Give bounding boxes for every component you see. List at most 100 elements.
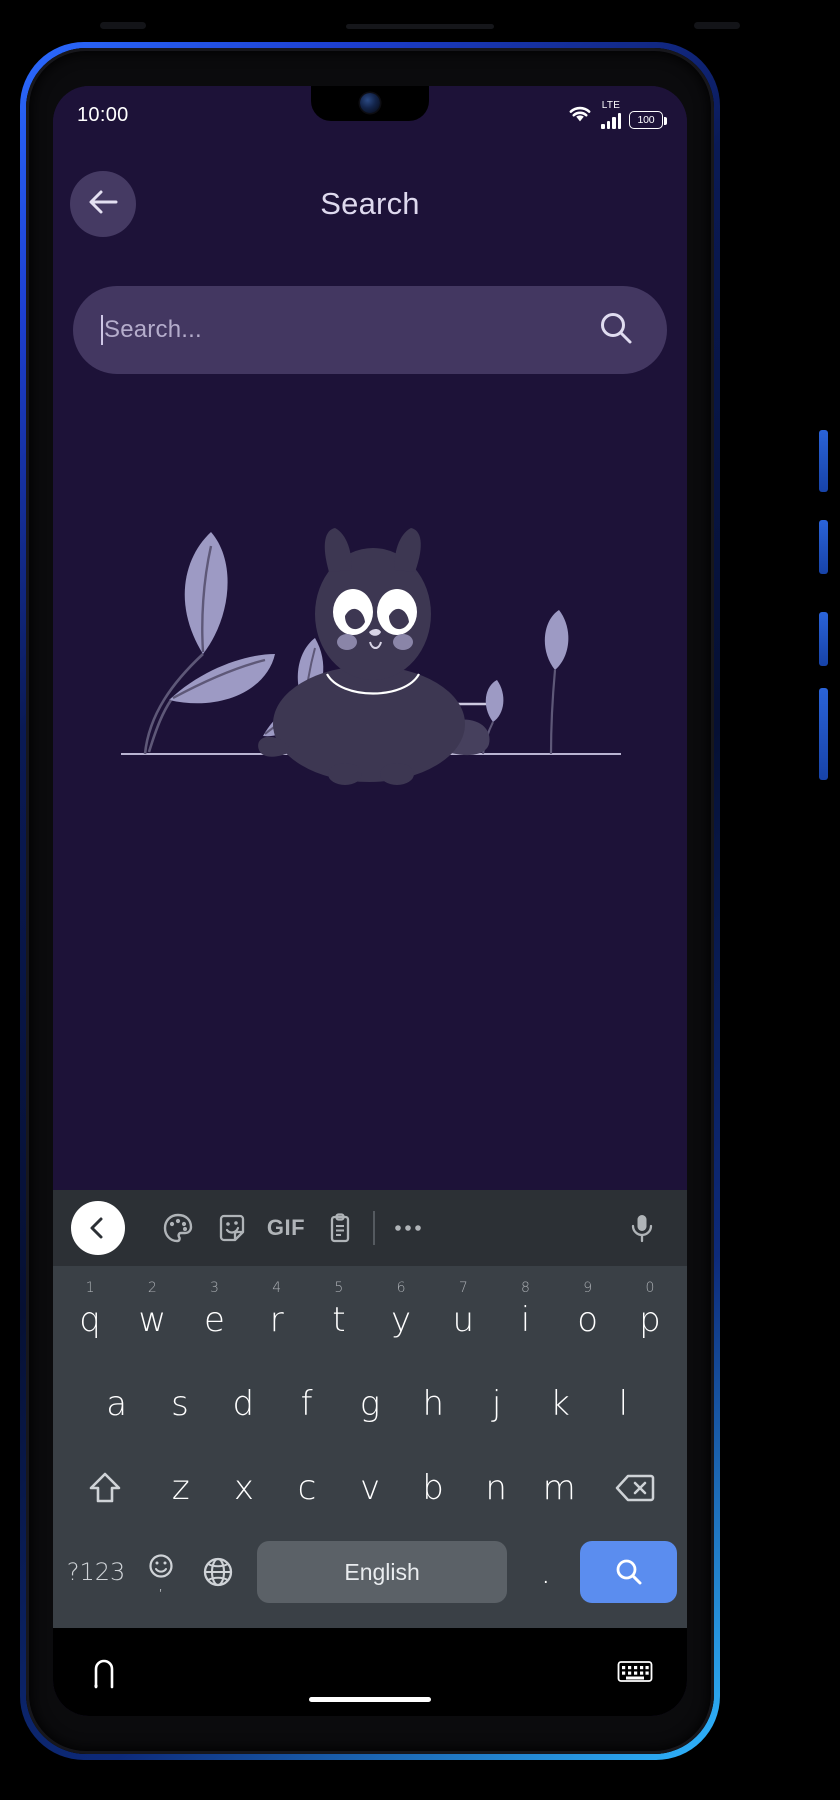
volume-up-button[interactable] <box>819 520 828 574</box>
key-i[interactable]: 8 i <box>494 1278 556 1362</box>
extra-side-button[interactable] <box>819 688 828 780</box>
theme-button[interactable] <box>151 1201 205 1255</box>
key-label: n <box>485 1468 507 1508</box>
key-m[interactable]: m <box>528 1446 591 1530</box>
plant-right-tall <box>544 610 569 755</box>
key-x[interactable]: x <box>212 1446 275 1530</box>
language-switch-key[interactable] <box>190 1554 247 1590</box>
key-number-label: 9 <box>583 1280 593 1296</box>
key-p[interactable]: 0 p <box>619 1278 681 1362</box>
key-o[interactable]: 9 o <box>557 1278 619 1362</box>
key-number-label: 4 <box>272 1280 282 1296</box>
display-notch <box>311 86 429 121</box>
key-label: i <box>520 1300 531 1340</box>
voice-input-button[interactable] <box>615 1201 669 1255</box>
key-label: b <box>422 1468 444 1508</box>
key-label: v <box>359 1468 381 1508</box>
key-h[interactable]: h <box>402 1362 465 1446</box>
gif-button[interactable]: GIF <box>259 1201 313 1255</box>
key-label: t <box>332 1300 346 1340</box>
nav-back-button[interactable] <box>87 1653 121 1691</box>
key-n[interactable]: n <box>465 1446 528 1530</box>
backspace-key[interactable] <box>591 1446 679 1530</box>
sensor-left <box>100 22 146 29</box>
keyboard-row-4: ?123 , English . <box>59 1530 681 1614</box>
search-icon <box>616 1559 642 1585</box>
palette-icon <box>163 1213 193 1243</box>
key-a[interactable]: a <box>85 1362 148 1446</box>
search-input-placeholder: Search... <box>104 316 202 343</box>
power-button[interactable] <box>819 430 828 492</box>
key-f[interactable]: f <box>275 1362 338 1446</box>
period-key[interactable]: . <box>517 1552 574 1592</box>
more-options-button[interactable] <box>381 1201 435 1255</box>
status-clock: 10:00 <box>77 103 129 126</box>
ellipsis-icon <box>394 1225 421 1231</box>
key-z[interactable]: z <box>149 1446 212 1530</box>
key-r[interactable]: 4 r <box>246 1278 308 1362</box>
keyboard-row-1: 1 q 2 w 3 e 4 r 5 t 6 y 7 u 8 i 9 o 0 p <box>59 1278 681 1362</box>
key-label: p <box>639 1300 661 1340</box>
symbols-key[interactable]: ?123 <box>59 1558 133 1586</box>
nav-back-icon <box>94 1659 114 1689</box>
text-cursor <box>101 315 103 345</box>
shift-key[interactable] <box>61 1446 149 1530</box>
keyboard-row-3: z x c v b n m <box>59 1446 681 1530</box>
shift-arrow-icon <box>89 1472 121 1503</box>
key-s[interactable]: s <box>148 1362 211 1446</box>
key-e[interactable]: 3 e <box>183 1278 245 1362</box>
period-key-label: . <box>540 1552 552 1592</box>
search-icon[interactable] <box>597 309 635 352</box>
clipboard-button[interactable] <box>313 1201 367 1255</box>
key-d[interactable]: d <box>212 1362 275 1446</box>
status-icons: LTE 100 <box>567 101 667 129</box>
key-b[interactable]: b <box>402 1446 465 1530</box>
signal-bars-icon <box>601 112 621 129</box>
hide-keyboard-button[interactable] <box>617 1659 653 1685</box>
key-number-label: 2 <box>147 1280 157 1296</box>
keyboard-row-2: a s d f g h j k l <box>59 1362 681 1446</box>
key-u[interactable]: 7 u <box>432 1278 494 1362</box>
arrow-left-icon <box>86 187 120 222</box>
emoji-smiley-icon: , <box>149 1554 174 1592</box>
page-title: Search <box>320 186 420 221</box>
key-l[interactable]: l <box>592 1362 655 1446</box>
status-badge-battery: 100 <box>629 111 667 129</box>
spacebar-key[interactable]: English <box>256 1541 508 1603</box>
key-w[interactable]: 2 w <box>121 1278 183 1362</box>
key-number-label: 3 <box>210 1280 219 1296</box>
microphone-icon <box>631 1215 653 1243</box>
network-type-label: LTE <box>601 100 621 111</box>
cellular-status: LTE <box>601 101 621 129</box>
sticker-button[interactable] <box>205 1201 259 1255</box>
key-label: r <box>269 1300 284 1340</box>
key-label: m <box>542 1468 576 1508</box>
on-screen-keyboard: GIF 1 q 2 w 3 e 4 r 5 t 6 y 7 u 8 i 9 o … <box>53 1190 687 1628</box>
search-screen: 10:00 LTE 100 Search Search... GIF 1 q 2… <box>53 86 687 1716</box>
key-j[interactable]: j <box>465 1362 528 1446</box>
key-label: j <box>491 1384 502 1424</box>
key-label: w <box>138 1300 167 1340</box>
key-q[interactable]: 1 q <box>59 1278 121 1362</box>
key-y[interactable]: 6 y <box>370 1278 432 1362</box>
key-c[interactable]: c <box>275 1446 338 1530</box>
key-t[interactable]: 5 t <box>308 1278 370 1362</box>
clipboard-icon <box>330 1213 350 1243</box>
cat-illustration <box>258 528 490 785</box>
wifi-icon <box>567 104 593 129</box>
home-pill-indicator[interactable] <box>309 1697 431 1702</box>
search-input[interactable]: Search... <box>73 286 667 374</box>
spacebar-language-label: English <box>344 1558 420 1585</box>
collapse-toolbar-button[interactable] <box>71 1201 125 1255</box>
key-g[interactable]: g <box>338 1362 401 1446</box>
enter-search-key[interactable] <box>580 1541 677 1603</box>
emoji-key[interactable]: , <box>133 1552 190 1592</box>
key-label: a <box>106 1384 128 1424</box>
key-label: s <box>171 1384 189 1424</box>
back-button[interactable] <box>70 171 136 237</box>
volume-down-button[interactable] <box>819 612 828 666</box>
key-k[interactable]: k <box>528 1362 591 1446</box>
gif-label: GIF <box>266 1215 306 1240</box>
key-label: h <box>422 1384 445 1424</box>
key-v[interactable]: v <box>338 1446 401 1530</box>
